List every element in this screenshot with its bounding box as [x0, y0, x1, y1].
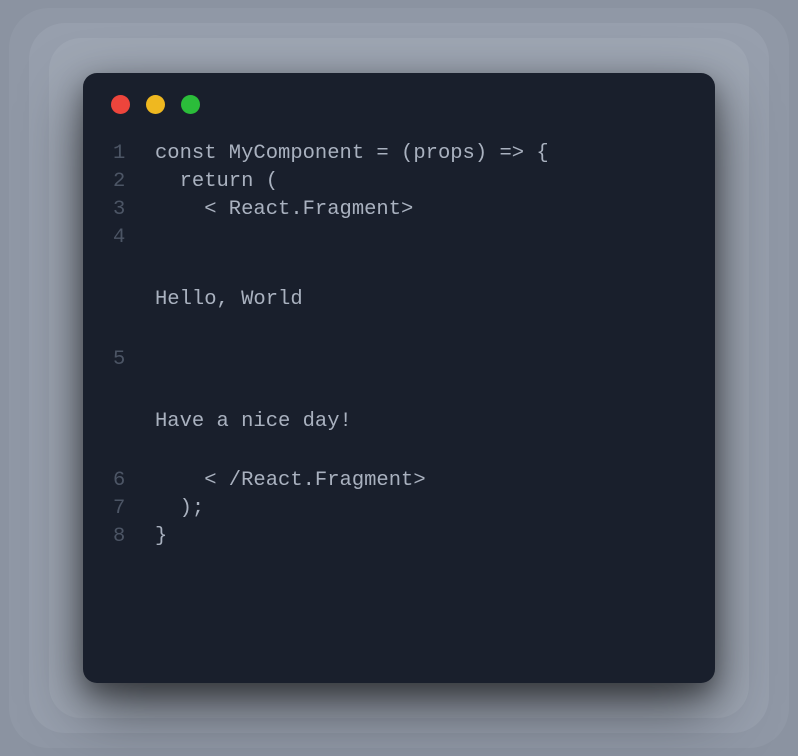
code-line: 7 ); [113, 495, 687, 523]
code-window: 1 const MyComponent = (props) => { 2 ret… [83, 73, 715, 683]
code-line: 1 const MyComponent = (props) => { [113, 140, 687, 168]
code-line: 5 [113, 346, 687, 374]
line-number: 8 [113, 523, 155, 551]
code-line: 8 } [113, 523, 687, 551]
code-content: return ( [155, 168, 278, 196]
line-number: 1 [113, 140, 155, 168]
output-block: Have a nice day! [113, 408, 687, 436]
code-line: 2 return ( [113, 168, 687, 196]
line-number: 6 [113, 467, 155, 495]
code-editor[interactable]: 1 const MyComponent = (props) => { 2 ret… [83, 140, 715, 551]
window-controls [83, 95, 715, 114]
line-number: 5 [113, 346, 155, 374]
line-number: 2 [113, 168, 155, 196]
code-content: const MyComponent = (props) => { [155, 140, 549, 168]
code-line: 6 < /React.Fragment> [113, 467, 687, 495]
line-number: 3 [113, 196, 155, 224]
output-text: Have a nice day! [113, 408, 687, 436]
output-text: Hello, World [113, 286, 687, 314]
output-block: Hello, World [113, 286, 687, 314]
line-number: 4 [113, 224, 155, 252]
window-backdrop: 1 const MyComponent = (props) => { 2 ret… [0, 0, 798, 756]
minimize-icon[interactable] [146, 95, 165, 114]
code-content: ); [155, 495, 204, 523]
maximize-icon[interactable] [181, 95, 200, 114]
line-number: 7 [113, 495, 155, 523]
close-icon[interactable] [111, 95, 130, 114]
code-content: < /React.Fragment> [155, 467, 426, 495]
code-line: 3 < React.Fragment> [113, 196, 687, 224]
code-content: < React.Fragment> [155, 196, 413, 224]
code-content: } [155, 523, 167, 551]
code-line: 4 [113, 224, 687, 252]
